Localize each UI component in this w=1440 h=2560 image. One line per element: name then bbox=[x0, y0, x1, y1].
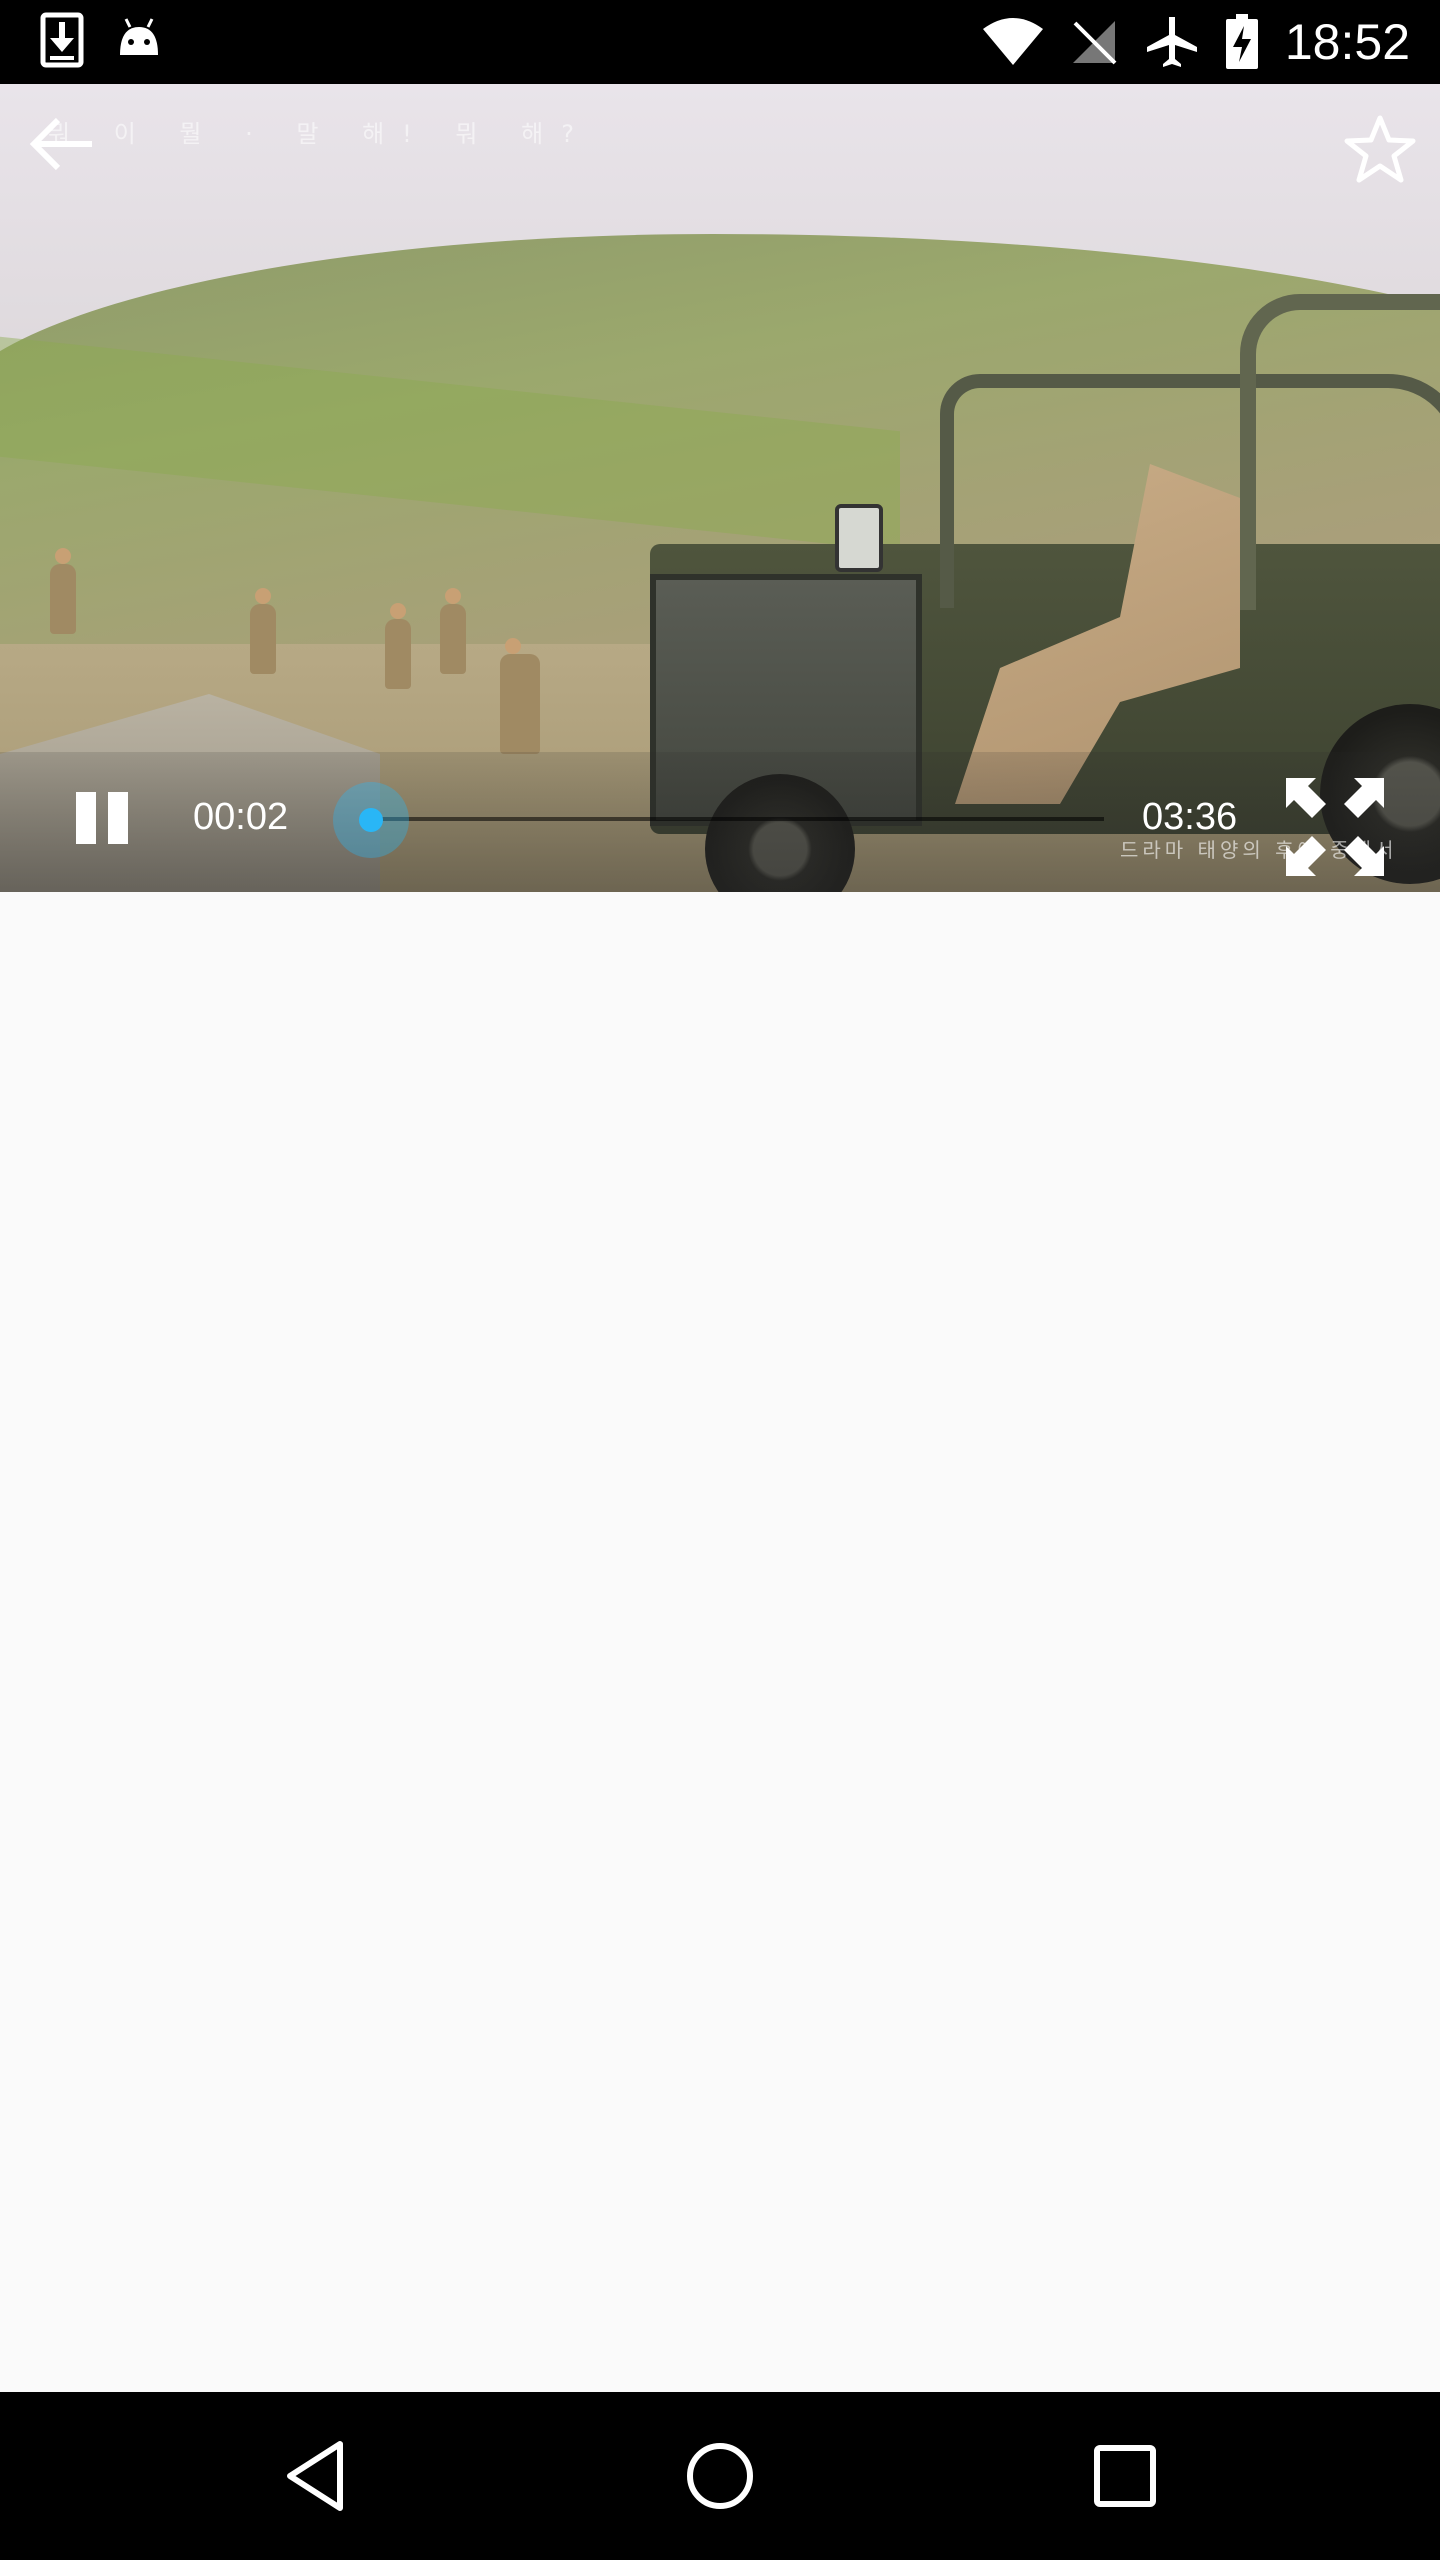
video-frame-soldier bbox=[440, 588, 466, 674]
no-sim-icon bbox=[1072, 21, 1117, 65]
navigation-bar bbox=[0, 2392, 1440, 2560]
fullscreen-icon[interactable] bbox=[1280, 772, 1390, 882]
wifi-icon bbox=[982, 18, 1043, 65]
current-time: 00:02 bbox=[193, 796, 289, 838]
favorite-star-icon[interactable] bbox=[1342, 112, 1418, 188]
airplane-mode-icon bbox=[1146, 17, 1197, 67]
android-icon bbox=[120, 18, 158, 55]
status-bar: 18:52 bbox=[0, 0, 1440, 84]
total-time: 03:36 bbox=[1142, 796, 1238, 838]
video-frame-jeep-frame bbox=[1240, 294, 1440, 610]
pause-icon[interactable] bbox=[72, 788, 132, 848]
seek-thumb[interactable] bbox=[333, 782, 410, 858]
content-area bbox=[0, 892, 1440, 2392]
home-nav-icon[interactable] bbox=[680, 2436, 760, 2516]
recents-nav-icon[interactable] bbox=[1085, 2436, 1165, 2516]
system-icons: 18:52 bbox=[982, 10, 1410, 74]
back-arrow-icon[interactable] bbox=[28, 114, 98, 174]
video-frame-soldier bbox=[500, 638, 540, 754]
download-icon bbox=[40, 12, 84, 68]
video-frame-soldier bbox=[50, 548, 76, 634]
video-frame-soldier bbox=[250, 588, 276, 674]
video-player[interactable]: 뭐 이 뭘 · 말 해! 뭐 해? 00:02 03:36 드라마 태양의 후예… bbox=[0, 84, 1440, 892]
video-frame-soldier bbox=[385, 603, 411, 689]
notification-icons bbox=[40, 12, 162, 68]
subtitle-top: 뭐 이 뭘 · 말 해! 뭐 해? bbox=[48, 120, 592, 148]
status-time: 18:52 bbox=[1284, 14, 1410, 70]
seek-bar[interactable] bbox=[364, 817, 1104, 821]
battery-charging-icon bbox=[1225, 14, 1258, 69]
back-nav-icon[interactable] bbox=[278, 2436, 358, 2516]
playback-controls: 00:02 03:36 드라마 태양의 후예 중에서 bbox=[0, 752, 1440, 892]
video-frame-mirror bbox=[835, 504, 883, 572]
